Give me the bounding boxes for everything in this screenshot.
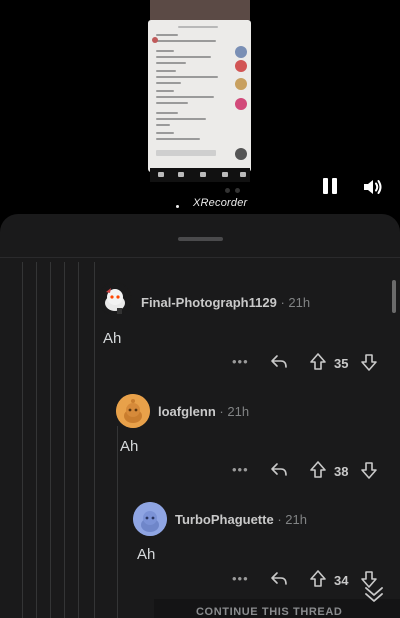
thread-line xyxy=(22,262,23,618)
reply-icon[interactable] xyxy=(269,353,289,371)
sheet-divider xyxy=(0,257,400,258)
recorded-phone-homebar xyxy=(150,184,250,194)
timestamp: 21h xyxy=(227,404,250,419)
comment-actions: ••• 35 xyxy=(232,352,382,374)
thread-line xyxy=(64,262,65,618)
comment-body: Ah xyxy=(137,546,156,563)
separator: · xyxy=(277,512,282,527)
timestamp: 21h xyxy=(285,512,307,527)
timestamp: 21h xyxy=(288,295,311,310)
comment-author[interactable]: TurboPhaguette · 21h xyxy=(175,512,307,527)
vote-score: 34 xyxy=(334,573,349,588)
avatar[interactable] xyxy=(98,282,132,316)
upvote-icon[interactable] xyxy=(309,352,327,371)
sheet-drag-handle[interactable] xyxy=(178,237,223,241)
recorded-phone-screen xyxy=(148,20,251,172)
comments-sheet[interactable]: Final-Photograph1129 · 21h Ah ••• 35 loa… xyxy=(0,214,400,618)
comment-actions: ••• 38 xyxy=(232,460,382,482)
author-name[interactable]: TurboPhaguette xyxy=(175,512,274,527)
comment-author[interactable]: loafglenn · 21h xyxy=(158,404,249,419)
volume-icon[interactable] xyxy=(362,177,384,197)
comment-body: Ah xyxy=(120,438,139,455)
comment: TurboPhaguette · 21h Ah xyxy=(0,214,400,563)
downvote-icon[interactable] xyxy=(360,353,378,372)
comment-author[interactable]: Final-Photograph1129 · 21h xyxy=(141,295,310,310)
thread-line xyxy=(78,262,79,618)
upvote-icon[interactable] xyxy=(309,460,327,479)
avatar[interactable] xyxy=(133,502,167,536)
reply-icon[interactable] xyxy=(269,570,289,588)
watermark-dot xyxy=(176,205,179,208)
comment-body: Ah xyxy=(103,330,122,347)
reply-icon[interactable] xyxy=(269,461,289,479)
comment-actions: ••• 34 xyxy=(232,569,382,591)
downvote-icon[interactable] xyxy=(360,461,378,480)
recorded-phone-statusbar xyxy=(150,0,250,20)
thread-line xyxy=(94,262,95,618)
continue-thread-link[interactable]: CONTINUE THIS THREAD xyxy=(196,606,342,618)
vote-score: 35 xyxy=(334,356,349,371)
video-player[interactable]: XRecorder xyxy=(0,0,400,215)
scrollbar[interactable] xyxy=(392,280,396,313)
thread-line xyxy=(50,262,51,618)
separator: · xyxy=(219,404,224,419)
author-name[interactable]: Final-Photograph1129 xyxy=(141,295,277,310)
upvote-icon[interactable] xyxy=(309,569,327,588)
more-icon[interactable]: ••• xyxy=(232,571,249,586)
avatar[interactable] xyxy=(116,394,150,428)
author-name[interactable]: loafglenn xyxy=(158,404,216,419)
chevron-double-down-icon[interactable] xyxy=(362,582,386,606)
recorder-watermark: XRecorder xyxy=(193,197,248,209)
thread-line xyxy=(36,262,37,618)
separator: · xyxy=(280,295,285,310)
pause-icon[interactable] xyxy=(321,178,339,196)
more-icon[interactable]: ••• xyxy=(232,462,249,477)
recorded-phone-navbar xyxy=(150,168,250,182)
thread-line xyxy=(117,426,118,618)
more-icon[interactable]: ••• xyxy=(232,354,249,369)
vote-score: 38 xyxy=(334,464,349,479)
